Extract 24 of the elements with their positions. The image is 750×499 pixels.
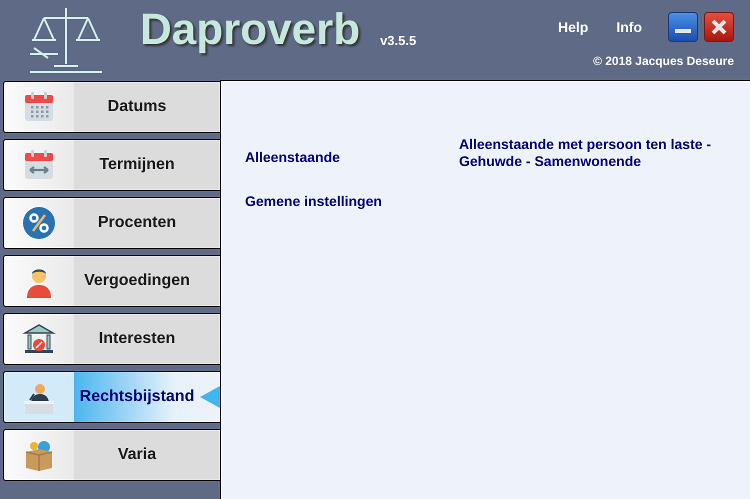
sidebar-item[interactable]: Interesten	[3, 313, 220, 365]
sidebar-item[interactable]: Procenten	[3, 197, 220, 249]
sidebar-item[interactable]: Datums	[3, 81, 220, 133]
sidebar-item[interactable]: Rechtsbijstand	[3, 371, 220, 423]
selection-arrow-icon	[200, 386, 220, 408]
percent-icon	[22, 206, 56, 240]
version-label: v3.5.5	[380, 32, 416, 50]
close-button[interactable]	[704, 12, 734, 42]
minimize-button[interactable]	[668, 12, 698, 42]
content-link[interactable]: Gemene instellingen	[245, 191, 459, 212]
copyright-text: © 2018 Jacques Deseure	[593, 53, 734, 70]
close-icon	[710, 18, 728, 36]
header-link[interactable]: Info	[616, 16, 642, 38]
sidebar-item[interactable]: Termijnen	[3, 139, 220, 191]
calendar-icon	[22, 148, 56, 182]
bank-icon	[22, 322, 56, 356]
content-link[interactable]: Alleenstaande	[245, 147, 459, 168]
sidebar-item[interactable]: Vergoedingen	[3, 255, 220, 307]
sidebar-item[interactable]: Varia	[3, 429, 220, 481]
minimize-icon	[675, 29, 691, 33]
app-title: Daproverb	[140, 8, 360, 52]
calendar-icon	[22, 90, 56, 124]
content-link[interactable]: Alleenstaande met persoon ten laste - Gehuwde - Samenwonende	[459, 136, 736, 170]
header-link[interactable]: Help	[558, 16, 588, 38]
